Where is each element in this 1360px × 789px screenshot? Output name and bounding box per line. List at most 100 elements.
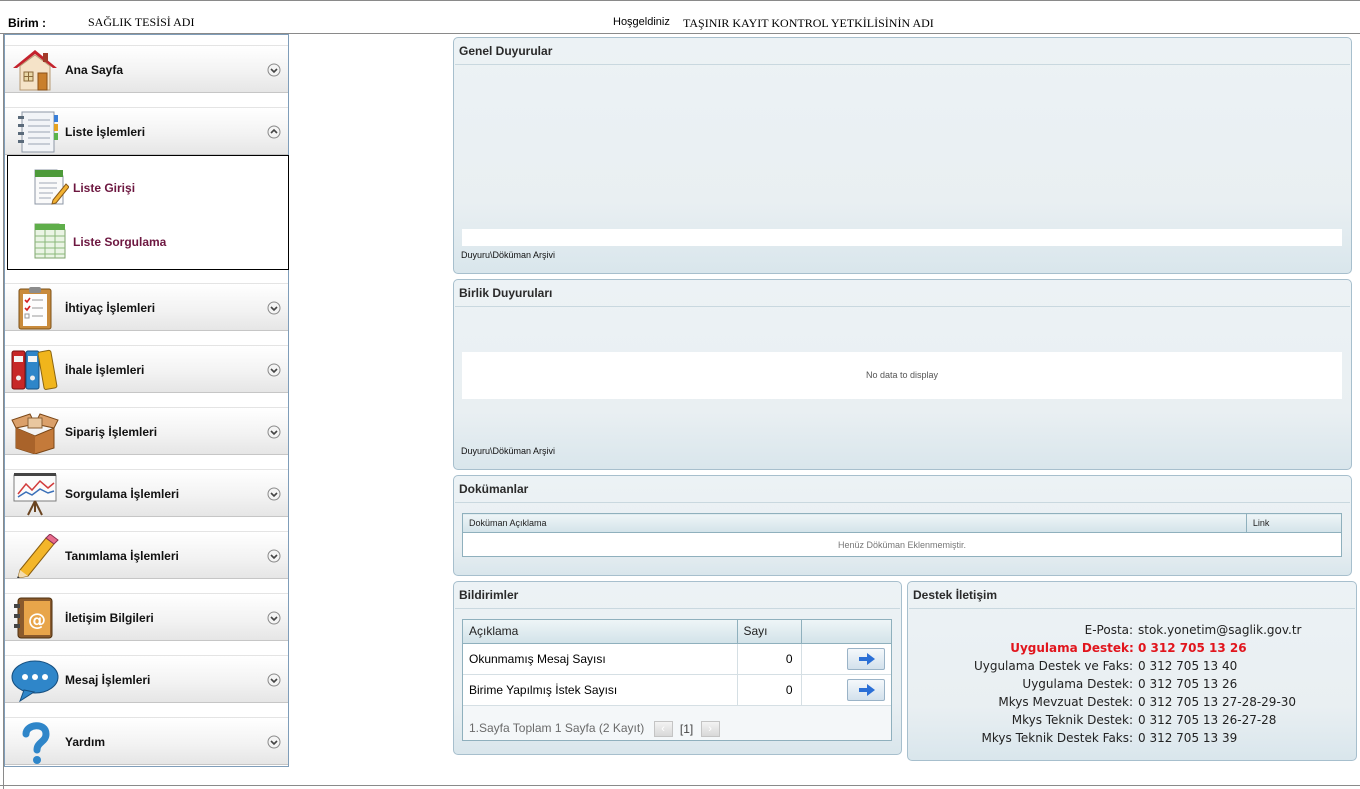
- cell-sayi: 0: [737, 643, 802, 675]
- pencil-icon: [10, 533, 60, 579]
- pager-current-page[interactable]: [1]: [680, 722, 693, 736]
- menu-label: Sorgulama İşlemleri: [65, 487, 180, 501]
- support-line-separator: :: [1129, 677, 1134, 691]
- submenu-item-liste-sorgulama[interactable]: Liste Sorgulama: [8, 214, 288, 264]
- menu-item-sorgulama-islemleri[interactable]: Sorgulama İşlemleri: [5, 469, 288, 517]
- go-button[interactable]: [846, 647, 885, 670]
- chevron-down-icon[interactable]: [267, 363, 281, 377]
- chevron-down-icon[interactable]: [267, 425, 281, 439]
- column-header-sayi[interactable]: Sayı: [737, 620, 802, 644]
- support-line-label: Mkys Teknik Destek Faks: [981, 731, 1129, 745]
- column-header-aciklama[interactable]: Açıklama: [463, 620, 738, 644]
- welcome-text: Hoşgeldiniz: [613, 16, 670, 28]
- chevron-down-icon[interactable]: [267, 735, 281, 749]
- support-line: Mkys Teknik Destek Faks:0 312 705 13 39: [908, 731, 1356, 747]
- menu-label: Mesaj İşlemleri: [65, 673, 151, 687]
- support-line-value[interactable]: stok.yonetim@saglik.gov.tr: [1138, 623, 1301, 637]
- menu-label: Ana Sayfa: [65, 63, 124, 77]
- support-line-label: Uygulama Destek ve Faks: [973, 659, 1129, 673]
- panel-divider: [909, 608, 1355, 609]
- cell-action: [801, 674, 891, 706]
- column-header-link[interactable]: Link: [1246, 513, 1342, 533]
- address-book-icon: @: [10, 596, 60, 640]
- birlik-duyurulari-panel: Birlik Duyuruları No data to display Duy…: [453, 279, 1352, 470]
- pager-summary: 1.Sayfa Toplam 1 Sayfa (2 Kayıt): [469, 721, 645, 736]
- support-line-value: 0 312 705 13 39: [1138, 731, 1238, 745]
- chevron-down-icon[interactable]: [267, 611, 281, 625]
- dokumanlar-panel: Dokümanlar Doküman Açıklama Link Henüz D…: [453, 475, 1352, 576]
- support-line-separator: :: [1129, 623, 1134, 637]
- support-line-separator: :: [1129, 713, 1134, 727]
- support-line-label: Mkys Mevzuat Destek: [998, 695, 1129, 709]
- edit-document-icon: [33, 166, 70, 206]
- submenu-item-liste-girisi[interactable]: Liste Girişi: [8, 160, 288, 210]
- welcome-user-name: TAŞINIR KAYIT KONTROL YETKİLİSİNİN ADI: [683, 16, 934, 30]
- pager-next-button[interactable]: ›: [700, 721, 720, 737]
- arrow-right-icon: [858, 683, 875, 696]
- table-header-row: Açıklama Sayı: [463, 620, 891, 644]
- birim-label: Birim :: [8, 16, 47, 30]
- panel-title: Dokümanlar: [459, 482, 529, 496]
- menu-item-mesaj-islemleri[interactable]: Mesaj İşlemleri: [5, 655, 288, 703]
- column-header-aciklama[interactable]: Doküman Açıklama: [462, 513, 1247, 533]
- open-box-icon: [10, 410, 60, 455]
- table-row: Okunmamış Mesaj Sayısı 0: [463, 643, 891, 675]
- support-line-value: 0 312 705 13 26: [1138, 641, 1247, 655]
- support-line-value: 0 312 705 13 40: [1138, 659, 1238, 673]
- notifications-table: Açıklama Sayı Okunmamış Mesaj Sayısı 0 B…: [463, 620, 891, 706]
- genel-duyurular-panel: Genel Duyurular Duyuru\Döküman Arşivi: [453, 37, 1352, 274]
- menu-item-ihtiyac-islemleri[interactable]: İhtiyaç İşlemleri: [5, 283, 288, 331]
- support-line-label: Mkys Teknik Destek: [1011, 713, 1129, 727]
- go-button[interactable]: [846, 678, 885, 701]
- menu-item-ana-sayfa[interactable]: Ana Sayfa: [5, 45, 288, 93]
- destek-iletisim-panel: Destek İletişim E-Posta: stok.yonetim@sag…: [907, 581, 1357, 761]
- support-line-label: E-Posta: [1084, 623, 1129, 637]
- menu-item-tanimlama-islemleri[interactable]: Tanımlama İşlemleri: [5, 531, 288, 579]
- submenu-label: Liste Sorgulama: [73, 235, 167, 249]
- support-line-separator: :: [1129, 659, 1134, 673]
- pager: 1.Sayfa Toplam 1 Sayfa (2 Kayıt) ‹ [1] ›: [469, 721, 720, 737]
- announcement-list: No data to display: [462, 352, 1342, 399]
- support-line-value: 0 312 705 13 26-27-28: [1138, 713, 1277, 727]
- menu-item-yardim[interactable]: Yardım: [5, 717, 288, 765]
- binders-icon: [10, 348, 60, 392]
- table-row: Birime Yapılmış İstek Sayısı 0: [463, 674, 891, 706]
- cell-action: [801, 643, 891, 675]
- support-line: E-Posta: stok.yonetim@saglik.gov.tr: [908, 623, 1356, 639]
- chevron-down-icon[interactable]: [267, 549, 281, 563]
- footer-divider: [0, 785, 1360, 786]
- archive-link[interactable]: Duyuru\Döküman Arşivi: [461, 446, 555, 456]
- chevron-up-icon[interactable]: [267, 125, 281, 139]
- chevron-down-icon[interactable]: [267, 63, 281, 77]
- menu-item-iletisim-bilgileri[interactable]: @ İletişim Bilgileri: [5, 593, 288, 641]
- menu-item-siparis-islemleri[interactable]: Sipariş İşlemleri: [5, 407, 288, 455]
- svg-text:@: @: [28, 610, 46, 631]
- chevron-down-icon[interactable]: [267, 301, 281, 315]
- archive-link[interactable]: Duyuru\Döküman Arşivi: [461, 250, 555, 260]
- menu-label: Tanımlama İşlemleri: [65, 549, 179, 563]
- menu-label: Yardım: [65, 735, 106, 749]
- chevron-down-icon[interactable]: [267, 673, 281, 687]
- announcement-list: [462, 229, 1342, 246]
- table-header-row: Doküman Açıklama Link: [462, 513, 1342, 533]
- top-bar: Birim : SAĞLIK TESİSİ ADI Hoşgeldiniz TA…: [0, 0, 1360, 34]
- cell-aciklama: Birime Yapılmış İstek Sayısı: [463, 674, 738, 706]
- speech-bubble-icon: [10, 658, 60, 703]
- support-line-value: 0 312 705 13 27-28-29-30: [1138, 695, 1297, 709]
- chart-easel-icon: [10, 472, 60, 516]
- panel-divider: [455, 502, 1350, 503]
- empty-message: Henüz Döküman Eklenmemiştir.: [462, 532, 1342, 557]
- pager-prev-button[interactable]: ‹: [653, 721, 673, 737]
- notebook-icon: [10, 110, 60, 154]
- menu-label: İhale İşlemleri: [65, 363, 145, 377]
- arrow-right-icon: [858, 652, 875, 665]
- clipboard-checklist-icon: [10, 286, 60, 330]
- cell-aciklama: Okunmamış Mesaj Sayısı: [463, 643, 738, 675]
- support-line: Mkys Mevzuat Destek:0 312 705 13 27-28-2…: [908, 695, 1356, 711]
- support-line-label: Uygulama Destek: [1010, 641, 1129, 655]
- chevron-down-icon[interactable]: [267, 487, 281, 501]
- menu-item-ihale-islemleri[interactable]: İhale İşlemleri: [5, 345, 288, 393]
- birim-value: SAĞLIK TESİSİ ADI: [88, 15, 195, 29]
- menu-item-liste-islemleri[interactable]: Liste İşlemleri: [5, 107, 288, 155]
- table-row: Henüz Döküman Eklenmemiştir.: [462, 532, 1342, 557]
